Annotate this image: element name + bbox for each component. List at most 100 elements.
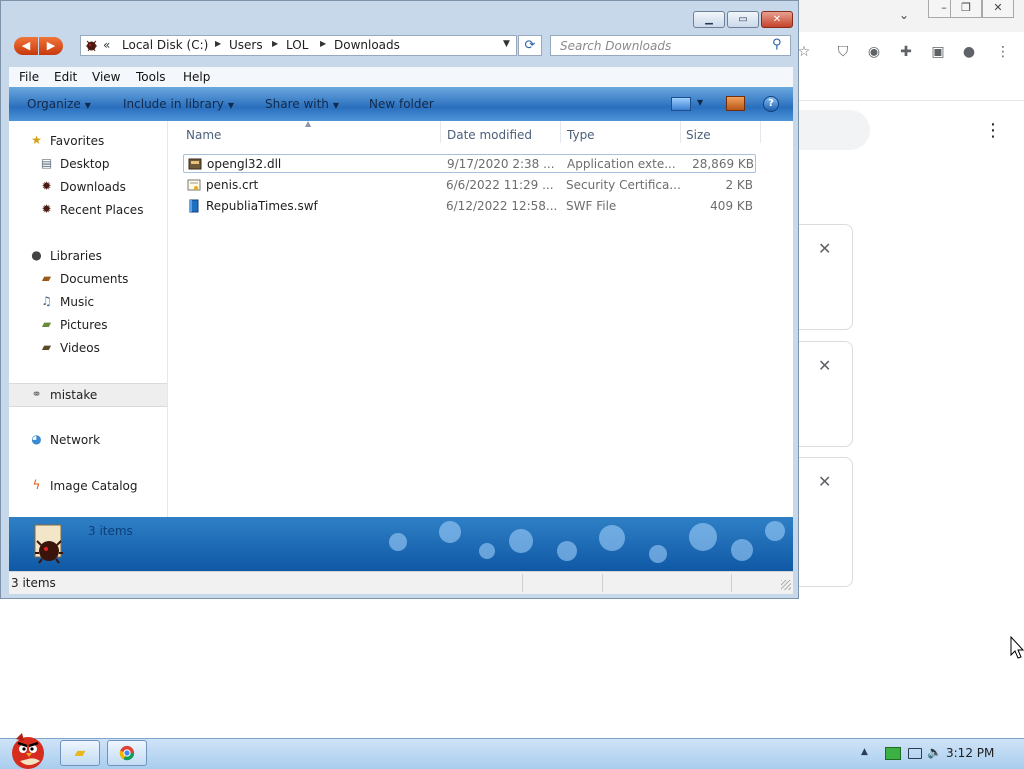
pictures-icon: ▰ — [41, 317, 52, 331]
breadcrumb-downloads[interactable]: Downloads — [334, 38, 400, 52]
breadcrumb-lol[interactable]: LOL — [286, 38, 308, 52]
nav-recent-places[interactable]: ✹ Recent Places — [9, 200, 167, 220]
taskbar-clock[interactable]: 3:12 PM — [946, 746, 994, 760]
nav-libraries[interactable]: ● Libraries — [9, 246, 167, 266]
address-bar[interactable]: « Local Disk (C:) ▶ Users ▶ LOL ▶ Downlo… — [80, 35, 517, 56]
breadcrumb-local-disk[interactable]: Local Disk (C:) — [122, 38, 208, 52]
browser-close-button[interactable]: ✕ — [982, 0, 1014, 18]
chrome-icon — [119, 745, 135, 761]
nav-network[interactable]: ◕ Network — [9, 430, 167, 450]
download-card: ✕ — [790, 224, 853, 330]
change-view-icon[interactable] — [671, 97, 691, 111]
search-icon[interactable]: ⚲ — [772, 37, 782, 52]
swf-file-icon — [189, 199, 199, 213]
profile-avatar-icon[interactable]: ● — [960, 43, 978, 61]
address-root-chevron[interactable]: « — [103, 38, 110, 52]
column-header-size[interactable]: Size — [686, 128, 711, 142]
file-row[interactable]: penis.crt 6/6/2022 11:29 ... Security Ce… — [183, 176, 756, 195]
breadcrumb-arrow-icon[interactable]: ▶ — [215, 39, 221, 48]
desktop-icon: ▤ — [40, 156, 53, 170]
browser-tab-chevron-icon[interactable]: ⌄ — [899, 8, 909, 22]
breadcrumb-users[interactable]: Users — [229, 38, 263, 52]
downloads-more-actions-icon[interactable]: ⋮ — [984, 121, 1002, 141]
volume-tray-icon[interactable]: 🔈 — [927, 745, 942, 759]
column-header-type[interactable]: Type — [567, 128, 595, 142]
menu-tools[interactable]: Tools — [136, 70, 166, 84]
file-row[interactable]: opengl32.dll 9/17/2020 2:38 ... Applicat… — [183, 154, 756, 173]
refresh-button[interactable]: ⟳ — [518, 35, 542, 56]
nav-desktop[interactable]: ▤ Desktop — [9, 154, 167, 174]
share-with-button[interactable]: Share with ▼ — [265, 97, 339, 111]
side-panel-icon[interactable]: ▣ — [929, 43, 947, 61]
resize-grip-icon[interactable] — [781, 580, 791, 590]
breadcrumb-arrow-icon[interactable]: ▶ — [320, 39, 326, 48]
browser-restore-button[interactable]: ❐ — [950, 0, 982, 18]
nav-desktop-label: Desktop — [60, 157, 110, 171]
new-folder-button[interactable]: New folder — [369, 97, 434, 111]
include-in-library-button[interactable]: Include in library ▼ — [123, 97, 234, 111]
download-remove-close-icon[interactable]: ✕ — [818, 239, 831, 258]
taskbar-chrome-button[interactable] — [107, 740, 147, 766]
breadcrumb-arrow-icon[interactable]: ▶ — [272, 39, 278, 48]
flag-extension-icon[interactable]: ◉ — [865, 43, 883, 61]
downloads-search-field[interactable] — [798, 110, 870, 150]
nav-pictures[interactable]: ▰ Pictures — [9, 315, 167, 335]
nav-mistake-label: mistake — [50, 388, 98, 402]
ublock-extension-icon[interactable]: ⛉ — [834, 43, 852, 61]
decorative-bubble — [479, 543, 495, 559]
nav-favorites[interactable]: ★ Favorites — [9, 131, 167, 151]
decorative-bubble — [765, 521, 785, 541]
decorative-bubble — [557, 541, 577, 561]
decorative-bubble — [689, 523, 717, 551]
network-tray-icon[interactable] — [885, 747, 901, 760]
column-divider[interactable] — [560, 121, 561, 143]
forward-button[interactable]: ▶ — [39, 37, 63, 55]
column-header-date-modified[interactable]: Date modified — [447, 128, 532, 142]
maximize-button[interactable]: ▭ — [727, 11, 759, 28]
help-icon[interactable]: ? — [763, 96, 779, 112]
nav-music[interactable]: ♫ Music — [9, 292, 167, 312]
nav-videos[interactable]: ▰ Videos — [9, 338, 167, 358]
back-button[interactable]: ◀ — [14, 37, 38, 55]
column-divider[interactable] — [760, 121, 761, 143]
include-in-library-label: Include in library — [123, 97, 224, 111]
menu-file[interactable]: File — [19, 70, 39, 84]
menu-help[interactable]: Help — [183, 70, 210, 84]
browser-divider — [798, 100, 1024, 101]
extensions-puzzle-icon[interactable]: ✚ — [897, 43, 915, 61]
favorites-star-icon: ★ — [31, 133, 42, 147]
close-button[interactable]: ✕ — [761, 11, 793, 28]
file-row[interactable]: RepubliaTimes.swf 6/12/2022 12:58... SWF… — [183, 197, 756, 216]
organize-button[interactable]: Organize ▼ — [27, 97, 91, 111]
network-icon: ◕ — [31, 432, 42, 446]
download-card: ✕ — [790, 457, 853, 587]
nav-mistake[interactable]: ⚭ mistake — [9, 383, 167, 407]
nav-documents[interactable]: ▰ Documents — [9, 269, 167, 289]
recent-places-icon: ✹ — [41, 202, 52, 216]
nav-downloads[interactable]: ✹ Downloads — [9, 177, 167, 197]
preview-pane-icon[interactable] — [726, 96, 745, 111]
show-hidden-icons-button[interactable]: ▲ — [861, 747, 868, 757]
view-options-chevron-down-icon[interactable]: ▼ — [697, 98, 703, 107]
taskbar-explorer-button[interactable]: ▰ — [60, 740, 100, 766]
column-divider[interactable] — [440, 121, 441, 143]
file-type: Security Certifica... — [566, 178, 681, 192]
search-box[interactable]: Search Downloads ⚲ — [550, 35, 791, 56]
nav-documents-label: Documents — [60, 272, 129, 286]
browser-menu-kebab-icon[interactable]: ⋮ — [994, 43, 1012, 61]
nav-image-catalog[interactable]: ϟ Image Catalog — [9, 476, 167, 496]
start-button-angry-bird-icon[interactable] — [4, 731, 50, 769]
menu-edit[interactable]: Edit — [54, 70, 77, 84]
minimize-button[interactable]: ▁ — [693, 11, 725, 28]
nav-image-catalog-label: Image Catalog — [50, 479, 138, 493]
search-placeholder: Search Downloads — [560, 39, 672, 53]
address-history-dropdown-icon[interactable]: ▼ — [503, 39, 510, 49]
decorative-bubble — [599, 525, 625, 551]
battery-tray-icon[interactable] — [908, 748, 922, 759]
status-divider — [602, 574, 603, 592]
menu-view[interactable]: View — [92, 70, 120, 84]
download-remove-close-icon[interactable]: ✕ — [818, 472, 831, 491]
column-header-name[interactable]: Name — [186, 128, 221, 142]
column-divider[interactable] — [680, 121, 681, 143]
download-remove-close-icon[interactable]: ✕ — [818, 356, 831, 375]
